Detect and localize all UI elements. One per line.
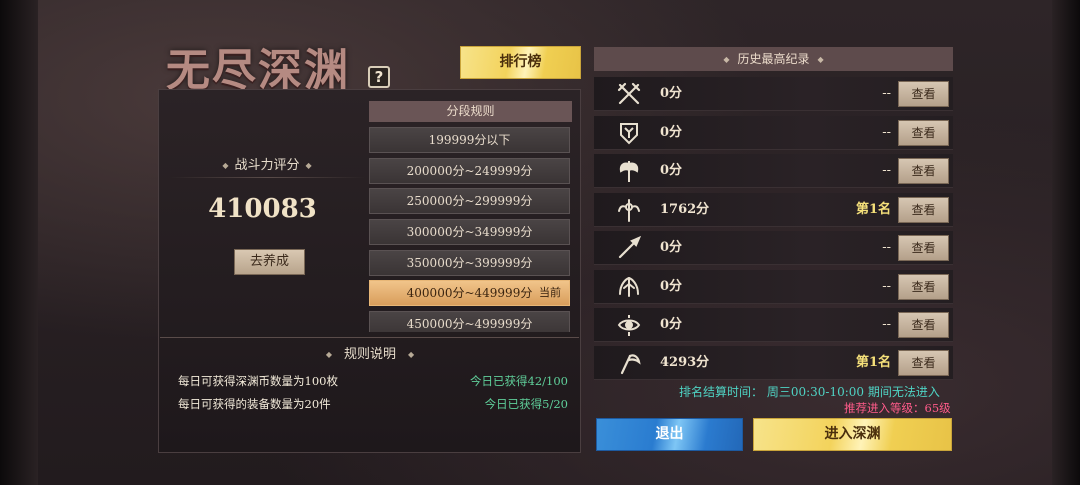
history-header: 历史最高纪录 xyxy=(594,47,953,71)
segment-label: 350000分~399999分 xyxy=(406,256,533,270)
history-row: 0分 -- 查看 xyxy=(594,116,953,150)
segment-item[interactable]: 250000分~299999分 xyxy=(369,188,570,214)
history-rank: -- xyxy=(882,163,891,178)
history-row: 0分 -- 查看 xyxy=(594,154,953,188)
left-edge-shadow xyxy=(0,0,38,485)
view-button[interactable]: 查看 xyxy=(898,81,949,107)
history-row: 0分 -- 查看 xyxy=(594,77,953,111)
history-row: 0分 -- 查看 xyxy=(594,231,953,265)
segment-label: 250000分~299999分 xyxy=(406,194,533,208)
history-rank: -- xyxy=(882,317,891,332)
power-divider xyxy=(170,177,365,178)
cultivate-button[interactable]: 去养成 xyxy=(234,249,305,275)
segment-item[interactable]: 350000分~399999分 xyxy=(369,250,570,276)
history-score: 0分 xyxy=(660,317,683,332)
rules-divider xyxy=(160,337,579,338)
segment-label: 199999分以下 xyxy=(428,133,511,147)
history-score: 0分 xyxy=(660,163,683,178)
rule-status: 今日已获得42/100 xyxy=(470,374,568,388)
segment-item[interactable]: 300000分~349999分 xyxy=(369,219,570,245)
rule-text: 每日可获得的装备数量为20件 xyxy=(178,397,331,411)
bow-icon xyxy=(616,274,642,300)
view-button[interactable]: 查看 xyxy=(898,350,949,376)
rule-status: 今日已获得5/20 xyxy=(484,397,568,411)
history-row: 1762分 第1名 查看 xyxy=(594,193,953,227)
segment-rules-header: 分段规则 xyxy=(369,101,572,122)
spear-icon xyxy=(616,235,642,261)
segment-label: 400000分~449999分 xyxy=(406,286,533,300)
eye-emblem-icon xyxy=(616,312,642,338)
segment-item-current[interactable]: 400000分~449999分 当前 xyxy=(369,280,570,306)
exit-button[interactable]: 退出 xyxy=(596,418,743,451)
segment-item[interactable]: 200000分~249999分 xyxy=(369,158,570,184)
axe-icon xyxy=(616,158,642,184)
help-icon[interactable]: ? xyxy=(368,66,390,88)
history-score: 4293分 xyxy=(660,355,710,370)
history-rank: 第1名 xyxy=(855,355,891,370)
leaderboard-button[interactable]: 排行榜 xyxy=(460,46,581,79)
segment-item[interactable]: 199999分以下 xyxy=(369,127,570,153)
rule-text: 每日可获得深渊币数量为100枚 xyxy=(178,374,338,388)
history-row: 0分 -- 查看 xyxy=(594,270,953,304)
rules-title: 规则说明 xyxy=(300,343,440,362)
segment-label: 300000分~349999分 xyxy=(406,225,533,239)
view-button[interactable]: 查看 xyxy=(898,197,949,223)
history-score: 0分 xyxy=(660,279,683,294)
history-row: 4293分 第1名 查看 xyxy=(594,346,953,380)
history-rank: -- xyxy=(882,240,891,255)
history-row: 0分 -- 查看 xyxy=(594,308,953,342)
view-button[interactable]: 查看 xyxy=(898,312,949,338)
history-rank: -- xyxy=(882,279,891,294)
settle-time-text: 排名结算时间： 周三00:30-10:00 期间无法进入 xyxy=(679,385,940,399)
history-score: 0分 xyxy=(660,240,683,255)
view-button[interactable]: 查看 xyxy=(898,274,949,300)
segment-label: 450000分~499999分 xyxy=(406,317,533,331)
history-rank: -- xyxy=(882,86,891,101)
history-score: 0分 xyxy=(660,125,683,140)
history-rank: 第1名 xyxy=(855,202,891,217)
power-value: 410083 xyxy=(208,194,317,224)
winged-staff-icon xyxy=(616,197,642,223)
segment-list[interactable]: 199999分以下 200000分~249999分 250000分~299999… xyxy=(369,126,572,332)
view-button[interactable]: 查看 xyxy=(898,158,949,184)
recommend-level-text: 推荐进入等级：65级 xyxy=(844,401,951,415)
scythe-icon xyxy=(616,350,642,376)
power-label: 战斗力评分 xyxy=(212,154,322,173)
history-score: 1762分 xyxy=(660,202,710,217)
segment-label: 200000分~249999分 xyxy=(406,164,533,178)
history-rank: -- xyxy=(882,125,891,140)
enter-abyss-button[interactable]: 进入深渊 xyxy=(753,418,952,451)
crossed-swords-icon xyxy=(616,81,642,107)
current-tag: 当前 xyxy=(539,286,561,299)
view-button[interactable]: 查看 xyxy=(898,120,949,146)
shield-emblem-icon xyxy=(616,120,642,146)
view-button[interactable]: 查看 xyxy=(898,235,949,261)
right-edge-shadow xyxy=(1052,0,1080,485)
segment-item[interactable]: 450000分~499999分 xyxy=(369,311,570,332)
history-score: 0分 xyxy=(660,86,683,101)
